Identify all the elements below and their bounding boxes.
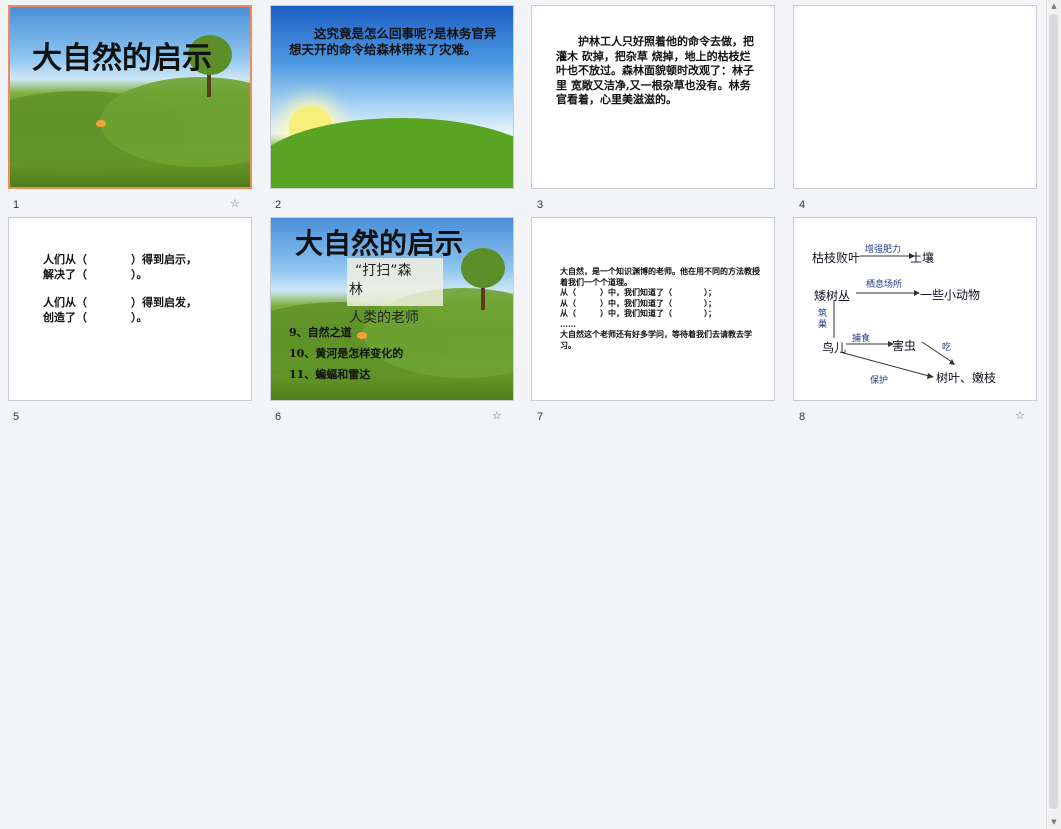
diagram-node: 鸟儿: [822, 341, 847, 355]
slide-number: 1: [13, 199, 20, 211]
box-line: “打扫”森: [355, 263, 412, 279]
diagram-node: 树叶、嫩枝: [936, 371, 997, 385]
slide-subtitle: 人类的老师: [349, 310, 419, 326]
scroll-up-icon[interactable]: ▲: [1047, 0, 1061, 13]
slide-number: 2: [275, 199, 282, 211]
slide-line: 人们从（ ）得到启发，: [43, 296, 197, 309]
diagram-edge-label: 捕食: [852, 334, 871, 344]
slide-body-text: 护林工人只好照着他的命令去做，把灌木 砍掉，把杂草 烧掉，地上的枯枝烂叶也不放过…: [556, 35, 760, 108]
diagram-node: 矮树丛: [814, 289, 851, 303]
butterfly: [357, 332, 367, 339]
slide-body-text: 大自然，是一个知识渊博的老师。他在用不同的方法教授着我们一个个道理。 从（ ）中…: [560, 266, 760, 350]
slide-body-text: 这究竟是怎么回事呢?是林务官异想天开的命令给森林带来了灾难。: [289, 26, 497, 57]
list-item: 11、蝙蝠和雷达: [289, 368, 371, 381]
diagram-connectors: [833, 253, 955, 379]
box-line: 林: [349, 282, 363, 298]
star-icon[interactable]: ☆: [1015, 409, 1025, 422]
slide-thumbnail-7[interactable]: 大自然，是一个知识渊博的老师。他在用不同的方法教授着我们一个个道理。 从（ ）中…: [531, 217, 775, 401]
slide-title: 大自然的启示: [32, 41, 212, 76]
diagram-node: 枯枝败叶: [812, 251, 861, 265]
slide-thumbnail-1[interactable]: 大自然的启示: [8, 5, 252, 189]
diagram-edge-label: 保护: [870, 376, 889, 386]
slide-number: 5: [13, 411, 20, 423]
scroll-down-icon[interactable]: ▼: [1047, 816, 1061, 829]
slide-number: 7: [537, 411, 544, 423]
slide-number: 6: [275, 411, 282, 423]
slide-thumbnail-8[interactable]: 枯枝败叶 增强肥力 土壤 矮树丛 栖息场所 一些小动物 筑巢 鸟儿 捕食 害虫 …: [793, 217, 1037, 401]
tree: [461, 248, 505, 288]
paragraph: 护林工人只好照着他的命令去做，把灌木 砍掉，把杂草 烧掉，地上的枯枝烂叶也不放过…: [556, 35, 754, 106]
slide-thumbnail-2[interactable]: 这究竟是怎么回事呢?是林务官异想天开的命令给森林带来了灾难。: [270, 5, 514, 189]
diagram-edge-label: 筑巢: [818, 309, 828, 330]
diagram-node: 害虫: [892, 339, 917, 353]
butterfly: [96, 120, 106, 127]
slide-thumbnail-5[interactable]: 人们从（ ）得到启示， 解决了（ ）。 人们从（ ）得到启发， 创造了（ ）。: [8, 217, 252, 401]
slide-thumbnail-6[interactable]: 大自然的启示 “打扫”森 林 人类的老师 9、自然之道 10、黄河是怎样变化的 …: [270, 217, 514, 401]
slide-number: 8: [799, 411, 806, 423]
star-icon[interactable]: ☆: [230, 197, 240, 210]
list-item: 10、黄河是怎样变化的: [289, 347, 404, 360]
list-item: 9、自然之道: [289, 326, 352, 339]
slide-number: 3: [537, 199, 544, 211]
scrollbar-thumb[interactable]: [1049, 14, 1058, 809]
star-icon[interactable]: ☆: [492, 409, 502, 422]
slide-line: 人们从（ ）得到启示，: [43, 253, 197, 266]
slide-sorter-grid: 大自然的启示 1 ☆ 这究竟是怎么回事呢?是林务官异想天开的命令给森林带来了灾难…: [0, 0, 1045, 829]
slide-line: 创造了（ ）。: [43, 311, 148, 324]
slide-line: 解决了（ ）。: [43, 268, 148, 281]
diagram-edge-label: 栖息场所: [866, 280, 903, 290]
diagram-edge-label: 吃: [942, 343, 952, 353]
diagram-node: 一些小动物: [920, 288, 981, 302]
slide-thumbnail-3[interactable]: 护林工人只好照着他的命令去做，把灌木 砍掉，把杂草 烧掉，地上的枯枝烂叶也不放过…: [531, 5, 775, 189]
diagram-node: 土壤: [910, 251, 935, 265]
slide-thumbnail-4[interactable]: [793, 5, 1037, 189]
vertical-scrollbar[interactable]: ▲ ▼: [1046, 0, 1061, 829]
diagram-edge-label: 增强肥力: [865, 245, 902, 255]
slide-title: 大自然的启示: [295, 227, 464, 260]
slide-number: 4: [799, 199, 806, 211]
